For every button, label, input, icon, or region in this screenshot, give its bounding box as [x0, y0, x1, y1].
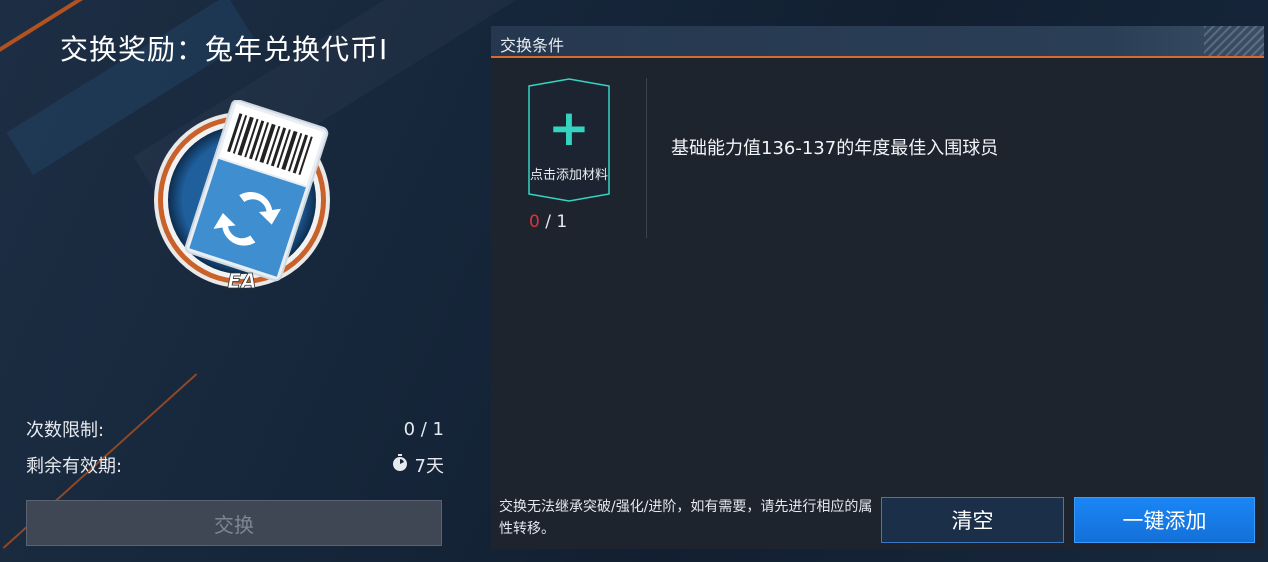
reward-title: 交换奖励：兔年兑换代币I: [60, 33, 389, 66]
divider: [646, 78, 647, 238]
notice-text: 交换无法继承突破/强化/进阶，如有需要，请先进行相应的属性转移。: [499, 499, 873, 537]
stopwatch-icon: [391, 453, 409, 477]
exchange-button[interactable]: 交换: [26, 500, 442, 546]
header-decoration: [1204, 26, 1264, 56]
conditions-panel: 交换条件 + 点击添加材料 0 / 1 基础能力值136-137的年度最佳入围球…: [491, 26, 1264, 549]
validity-value: 7天: [414, 456, 444, 477]
slot-count: 0 / 1: [529, 212, 639, 232]
exchange-token-icon: EA: [145, 99, 340, 295]
slot-count-separator: /: [539, 212, 557, 232]
panel-title: 交换条件: [500, 36, 565, 55]
validity-row: 剩余有效期: 7天: [26, 452, 444, 478]
ea-logo: EA: [227, 269, 256, 293]
validity-label: 剩余有效期:: [26, 456, 123, 477]
auto-add-button[interactable]: 一键添加: [1074, 497, 1255, 543]
add-material-icon: +: [548, 99, 590, 157]
panel-header: 交换条件: [491, 26, 1264, 58]
clear-button[interactable]: 清空: [881, 497, 1064, 543]
count-limit-value: 0 / 1: [403, 418, 444, 440]
slot-label: 点击添加材料: [529, 168, 608, 183]
condition-text: 基础能力值136-137的年度最佳入围球员: [671, 138, 999, 159]
slot-count-required: 1: [556, 212, 568, 232]
slot-count-current: 0: [529, 212, 540, 232]
material-slot[interactable]: + 点击添加材料: [527, 78, 611, 202]
count-limit-row: 次数限制: 0 / 1: [26, 416, 444, 442]
count-limit-label: 次数限制:: [26, 420, 105, 441]
